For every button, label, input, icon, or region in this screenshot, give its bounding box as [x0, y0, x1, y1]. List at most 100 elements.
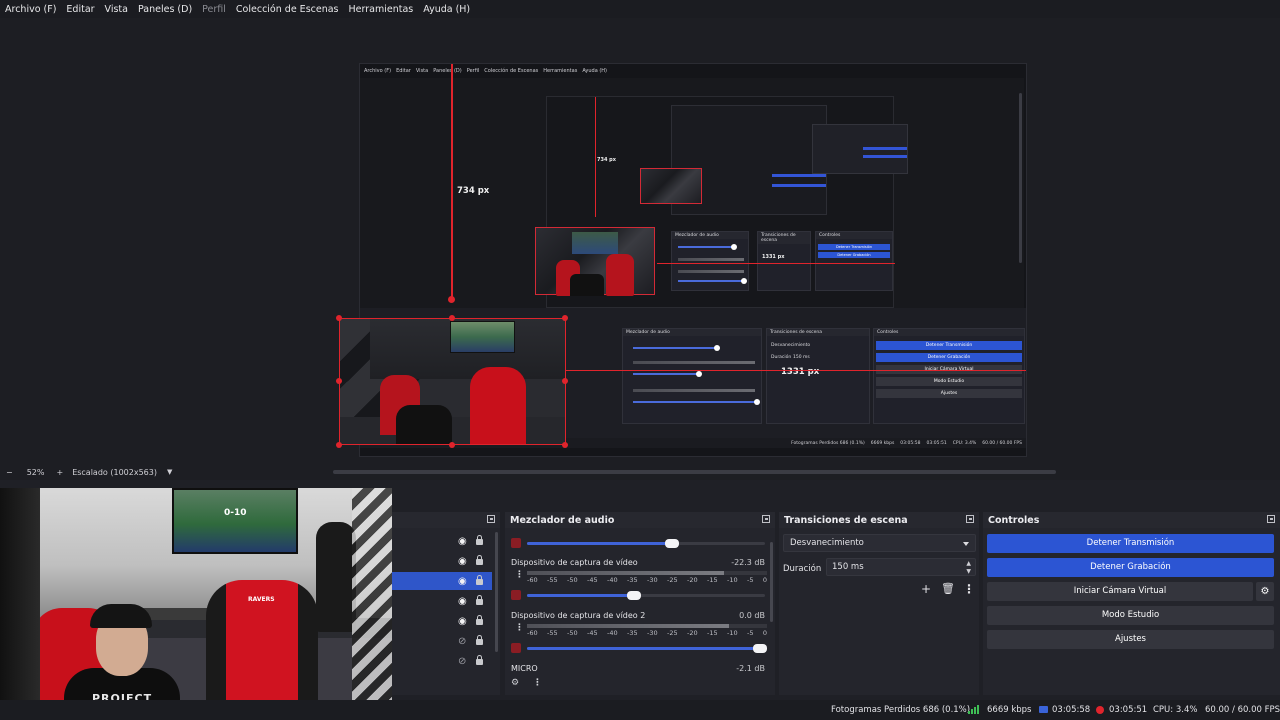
menu-coleccion-escenas[interactable]: Colección de Escenas	[231, 4, 344, 15]
channel-db: -22.3 dB	[731, 558, 765, 567]
resize-handle[interactable]	[562, 442, 568, 448]
lock-icon[interactable]	[476, 655, 483, 665]
resize-handle[interactable]	[449, 442, 455, 448]
nested-blue-bar	[863, 147, 907, 150]
nested-mixer-slider	[633, 399, 760, 405]
nested-person	[570, 274, 604, 296]
volume-knob[interactable]	[627, 591, 642, 600]
nested-menu-item: Herramientas	[543, 68, 578, 74]
lock-icon[interactable]	[476, 595, 483, 605]
guide-endpoint	[448, 296, 455, 303]
source-row[interactable]: ⊘	[392, 632, 492, 650]
volume-slider[interactable]	[527, 591, 765, 600]
undock-icon[interactable]	[487, 515, 495, 523]
preview-vertical-scrollbar[interactable]	[1019, 93, 1022, 263]
meter-tick-label: -60	[527, 629, 538, 637]
record-icon	[1096, 706, 1104, 714]
lock-icon[interactable]	[476, 615, 483, 625]
menu-herramientas[interactable]: Herramientas	[344, 4, 419, 15]
undock-icon[interactable]	[762, 515, 770, 523]
resize-handle[interactable]	[562, 315, 568, 321]
source-row[interactable]: ◉	[392, 532, 492, 550]
trash-icon[interactable]: 🗑	[941, 582, 955, 595]
lock-icon[interactable]	[476, 575, 483, 585]
transition-menu-icon[interactable]: ⋮	[963, 582, 975, 596]
lock-icon[interactable]	[476, 635, 483, 645]
menu-vista[interactable]: Vista	[100, 4, 133, 15]
stop-recording-button[interactable]: Detener Grabación	[987, 558, 1274, 577]
tv-score: 0-10	[224, 508, 247, 518]
meter-tick-label: -35	[627, 629, 638, 637]
resize-handle[interactable]	[449, 315, 455, 321]
level-meter	[527, 624, 767, 628]
preview-horizontal-scrollbar[interactable]	[333, 470, 1056, 474]
spin-down-icon[interactable]: ▼	[966, 568, 971, 575]
mixer-menu-icon[interactable]: ⋮	[533, 678, 542, 688]
sources-scrollbar[interactable]	[495, 532, 498, 652]
resize-handle[interactable]	[336, 315, 342, 321]
eye-icon[interactable]: ◉	[458, 536, 467, 547]
channel-menu-icon[interactable]: ⋮	[515, 570, 524, 580]
source-row[interactable]: ◉	[392, 612, 492, 630]
eye-icon[interactable]: ◉	[458, 616, 467, 627]
eye-hidden-icon[interactable]: ⊘	[458, 636, 466, 647]
meter-scale: -60 -55 -50 -45 -40 -35 -30 -25 -20 -15 -10 -5 0	[527, 629, 767, 637]
undock-icon[interactable]	[1267, 515, 1275, 523]
mute-icon[interactable]	[511, 590, 521, 600]
meter-tick-label: -25	[667, 576, 678, 584]
source-row[interactable]: ◉	[392, 592, 492, 610]
meter-tick-label: -45	[587, 629, 598, 637]
mute-icon[interactable]	[511, 643, 521, 653]
spin-up-icon[interactable]: ▲	[966, 560, 971, 567]
eye-hidden-icon[interactable]: ⊘	[458, 656, 466, 667]
nested-status-item: Fotogramas Perdidos 686 (0.1%)	[791, 440, 865, 446]
webcam-background-person	[316, 522, 356, 632]
studio-mode-button[interactable]: Modo Estudio	[987, 606, 1274, 625]
duration-input[interactable]: 150 ms ▲ ▼	[826, 558, 976, 576]
settings-button[interactable]: Ajustes	[987, 630, 1274, 649]
nested-mixer-slider	[633, 371, 702, 377]
resize-handle[interactable]	[336, 442, 342, 448]
lock-icon[interactable]	[476, 535, 483, 545]
gear-icon[interactable]: ⚙	[1256, 582, 1274, 601]
zoom-out-button[interactable]: −	[6, 468, 13, 477]
add-transition-icon[interactable]: +	[921, 582, 931, 596]
menu-ayuda[interactable]: Ayuda (H)	[418, 4, 475, 15]
eye-icon[interactable]: ◉	[458, 596, 467, 607]
eye-icon[interactable]: ◉	[458, 556, 467, 567]
source-row-selected[interactable]: ◉	[392, 572, 492, 590]
eye-icon[interactable]: ◉	[458, 576, 467, 587]
source-row[interactable]: ⊘	[392, 652, 492, 670]
zoom-in-button[interactable]: +	[56, 468, 63, 477]
nested-slider-knob	[741, 278, 747, 284]
undock-icon[interactable]	[966, 515, 974, 523]
mixer-scrollbar[interactable]	[770, 542, 773, 622]
volume-knob[interactable]	[753, 644, 768, 653]
menu-archivo[interactable]: Archivo (F)	[0, 4, 61, 15]
volume-fill	[527, 647, 761, 650]
volume-slider[interactable]	[527, 539, 765, 548]
selected-source-bounding-box[interactable]	[339, 318, 566, 445]
nested-mixer-meter	[633, 361, 755, 364]
mixer-settings-icon[interactable]: ⚙	[511, 678, 519, 688]
menu-perfil[interactable]: Perfil	[197, 4, 231, 15]
program-preview[interactable]: Archivo (F) Editar Vista Paneles (D) Per…	[0, 18, 1280, 464]
start-virtual-camera-button[interactable]: Iniciar Cámara Virtual	[987, 582, 1253, 601]
meter-tick-label: -50	[567, 576, 578, 584]
scale-dropdown-icon[interactable]: ▼	[167, 468, 172, 476]
menu-editar[interactable]: Editar	[61, 4, 99, 15]
scale-mode[interactable]: Escalado (1002x563)	[72, 468, 157, 477]
volume-knob[interactable]	[665, 539, 680, 548]
meter-tick-label: -40	[607, 576, 618, 584]
channel-db: -2.1 dB	[736, 664, 765, 673]
transition-select[interactable]: Desvanecimiento	[783, 534, 976, 552]
volume-slider[interactable]	[527, 644, 768, 653]
source-row[interactable]: ◉	[392, 552, 492, 570]
mute-icon[interactable]	[511, 538, 521, 548]
lock-icon[interactable]	[476, 555, 483, 565]
stop-streaming-button[interactable]: Detener Transmisión	[987, 534, 1274, 553]
menu-paneles[interactable]: Paneles (D)	[133, 4, 197, 15]
channel-menu-icon[interactable]: ⋮	[515, 623, 524, 633]
resize-handle[interactable]	[562, 378, 568, 384]
resize-handle[interactable]	[336, 378, 342, 384]
